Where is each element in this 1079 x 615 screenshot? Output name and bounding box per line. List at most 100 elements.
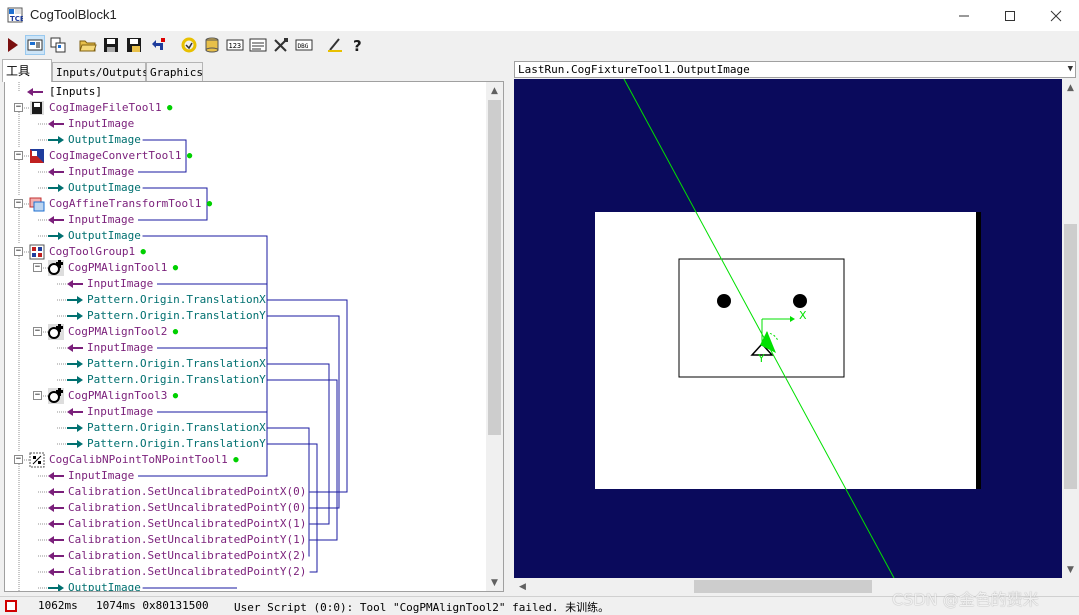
tool-node[interactable]: CogPMAlignTool3 ●	[68, 388, 178, 404]
collapse-icon[interactable]: −	[14, 199, 23, 208]
input-arrow-icon	[48, 488, 64, 496]
edit-button[interactable]	[325, 35, 345, 55]
collapse-icon[interactable]: −	[14, 103, 23, 112]
input-terminal[interactable]: InputImage	[68, 164, 134, 180]
copy-button[interactable]	[48, 35, 68, 55]
chevron-down-icon[interactable]: ▼	[1068, 62, 1073, 77]
input-terminal[interactable]: InputImage	[87, 404, 153, 420]
output-terminal[interactable]: Pattern.Origin.TranslationY	[87, 372, 266, 388]
scroll-down-icon[interactable]: ▼	[1062, 561, 1079, 578]
output-terminal[interactable]: OutputImage	[68, 580, 141, 592]
input-arrow-icon	[67, 408, 83, 416]
scroll-left-icon[interactable]: ◀	[514, 578, 531, 595]
maximize-button[interactable]	[987, 0, 1033, 31]
input-terminal[interactable]: InputImage	[87, 276, 153, 292]
minimize-button[interactable]	[941, 0, 987, 31]
copy-icon	[50, 37, 66, 53]
input-terminal[interactable]: Calibration.SetUncalibratedPointX(2)	[68, 548, 306, 564]
output-terminal[interactable]: Pattern.Origin.TranslationX	[87, 420, 266, 436]
tool-node[interactable]: CogPMAlignTool2 ●	[68, 324, 178, 340]
image-display[interactable]: X Y	[514, 79, 1062, 578]
output-terminal[interactable]: OutputImage	[68, 180, 141, 196]
svg-text:?: ?	[353, 37, 362, 54]
tree-inputs-node[interactable]: [Inputs]	[49, 84, 102, 100]
input-terminal[interactable]: Calibration.SetUncalibratedPointY(1)	[68, 532, 306, 548]
input-terminal-label: Calibration.SetUncalibratedPointY(1)	[68, 533, 307, 546]
status-message: User Script (0:0): Tool "CogPMAlignTool2…	[234, 601, 610, 614]
help-button[interactable]: ?	[348, 35, 368, 55]
output-terminal-label: OutputImage	[68, 581, 141, 592]
tab-tools[interactable]: 工具	[2, 59, 52, 82]
tree-inputs-node-label: [Inputs]	[49, 85, 102, 98]
link-line	[267, 315, 340, 509]
output-terminal[interactable]: Pattern.Origin.TranslationX	[87, 356, 266, 372]
output-terminal[interactable]: OutputImage	[68, 228, 141, 244]
input-terminal[interactable]: Calibration.SetUncalibratedPointX(0)	[68, 484, 306, 500]
database-button[interactable]	[202, 35, 222, 55]
collapse-icon[interactable]: −	[33, 391, 42, 400]
tool-node[interactable]: CogPMAlignTool1 ●	[68, 260, 178, 276]
close-button[interactable]	[1033, 0, 1079, 31]
tool-node[interactable]: CogCalibNPointToNPointTool1 ●	[49, 452, 239, 468]
image-edge-shadow	[976, 212, 981, 489]
pmalign-tool-icon	[48, 260, 64, 276]
tree-scrollbar[interactable]: ▲ ▼	[486, 82, 503, 591]
collapse-icon[interactable]: −	[33, 327, 42, 336]
refresh-button[interactable]	[179, 35, 199, 55]
save-button[interactable]	[101, 35, 121, 55]
open-button[interactable]	[78, 35, 98, 55]
input-terminal[interactable]: InputImage	[68, 212, 134, 228]
input-terminal[interactable]: Calibration.SetUncalibratedPointY(0)	[68, 500, 306, 516]
edit-icon	[328, 38, 342, 52]
status-time-1: 1062ms	[38, 599, 78, 612]
input-terminal[interactable]: Calibration.SetUncalibratedPointX(1)	[68, 516, 306, 532]
scroll-up-icon[interactable]: ▲	[1062, 79, 1079, 96]
output-terminal-label: Pattern.Origin.TranslationY	[87, 373, 266, 386]
image-vscroll-thumb[interactable]	[1064, 224, 1077, 489]
output-terminal[interactable]: Pattern.Origin.TranslationX	[87, 292, 266, 308]
image-vscrollbar[interactable]: ▲ ▼	[1062, 79, 1079, 578]
tool-node-label: CogToolGroup1	[49, 245, 136, 258]
tool-node-label: CogPMAlignTool3	[68, 389, 168, 402]
tool-node-label: CogPMAlignTool1	[68, 261, 168, 274]
collapse-icon[interactable]: −	[14, 247, 23, 256]
scroll-down-icon[interactable]: ▼	[486, 574, 503, 591]
image-hscroll-thumb[interactable]	[694, 580, 872, 593]
refresh-icon	[181, 37, 197, 53]
image-selector[interactable]: LastRun.CogFixtureTool1.OutputImage ▼	[514, 61, 1076, 78]
tree-scroll-thumb[interactable]	[488, 100, 501, 435]
number-123-button[interactable]: 123	[225, 35, 245, 55]
run-button[interactable]	[3, 35, 23, 55]
input-arrow-icon	[48, 472, 64, 480]
reset-button[interactable]	[148, 35, 168, 55]
output-terminal-label: Pattern.Origin.TranslationX	[87, 293, 266, 306]
show-display-button[interactable]	[25, 35, 45, 55]
output-arrow-icon	[67, 440, 83, 448]
tool-node[interactable]: CogImageFileTool1 ●	[49, 100, 172, 116]
save-as-icon	[127, 38, 141, 52]
scroll-up-icon[interactable]: ▲	[486, 82, 503, 99]
output-terminal[interactable]: Pattern.Origin.TranslationY	[87, 436, 266, 452]
input-terminal-label: Calibration.SetUncalibratedPointY(2)	[68, 565, 307, 578]
tool-node[interactable]: CogToolGroup1 ●	[49, 244, 146, 260]
debug-button[interactable]: DBG	[294, 35, 314, 55]
save-as-button[interactable]	[124, 35, 144, 55]
debug-icon: DBG	[295, 39, 313, 51]
tools-button[interactable]	[271, 35, 291, 55]
input-terminal[interactable]: InputImage	[68, 116, 134, 132]
tool-node[interactable]: CogAffineTransformTool1 ●	[49, 196, 212, 212]
collapse-icon[interactable]: −	[14, 151, 23, 160]
tab-graphics[interactable]: Graphics	[146, 62, 203, 81]
collapse-icon[interactable]: −	[14, 455, 23, 464]
collapse-icon[interactable]: −	[33, 263, 42, 272]
input-terminal[interactable]: InputImage	[87, 340, 153, 356]
list-button[interactable]	[248, 35, 268, 55]
output-terminal[interactable]: OutputImage	[68, 132, 141, 148]
input-terminal[interactable]: InputImage	[68, 468, 134, 484]
status-ok-icon: ●	[227, 455, 239, 465]
output-terminal[interactable]: Pattern.Origin.TranslationY	[87, 308, 266, 324]
tab-inputs-outputs[interactable]: Inputs/Outputs	[52, 62, 149, 81]
tool-tree[interactable]: [Inputs] − CogImageFileTool1 ● InputImage Ou…	[4, 81, 504, 592]
tool-node[interactable]: CogImageConvertTool1 ●	[49, 148, 192, 164]
input-terminal[interactable]: Calibration.SetUncalibratedPointY(2)	[68, 564, 306, 580]
